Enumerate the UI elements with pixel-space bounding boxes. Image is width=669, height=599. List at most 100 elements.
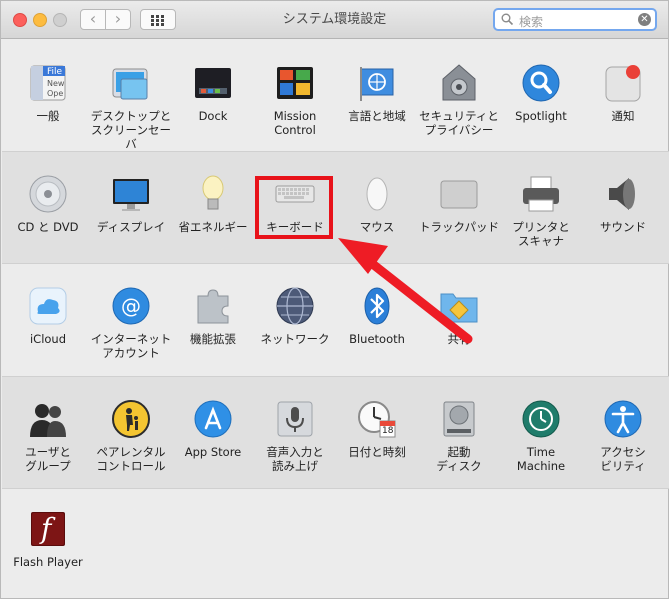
startup-disk-icon: [439, 399, 479, 439]
pref-label: ユーザと グループ: [25, 445, 71, 473]
pref-users-groups[interactable]: ユーザと グループ: [7, 399, 89, 473]
pref-date-time[interactable]: 18 日付と時刻: [336, 399, 418, 459]
network-icon: [275, 286, 315, 326]
display-icon: [111, 174, 151, 214]
pref-flash-player[interactable]: f Flash Player: [7, 509, 89, 569]
pref-label: 音声入力と 読み上げ: [266, 445, 324, 473]
pref-label: 通知: [611, 109, 635, 123]
search-icon: [501, 13, 514, 26]
preference-row-other: f Flash Player: [2, 489, 669, 598]
pref-app-store[interactable]: App Store: [172, 399, 254, 459]
desktop-screensaver-icon: [111, 63, 151, 103]
pref-label: CD と DVD: [17, 220, 79, 234]
pref-trackpad[interactable]: トラックパッド: [418, 174, 500, 234]
pref-mission-control[interactable]: Mission Control: [254, 63, 336, 137]
pref-dock[interactable]: Dock: [172, 63, 254, 123]
pref-parental-controls[interactable]: ペアレンタル コントロール: [90, 399, 172, 473]
pref-label: App Store: [184, 445, 242, 459]
language-region-icon: [357, 63, 397, 103]
pref-mouse[interactable]: マウス: [336, 174, 418, 234]
pref-printers-scanners[interactable]: プリンタと スキャナ: [500, 174, 582, 248]
pref-sound[interactable]: サウンド: [582, 174, 664, 234]
pref-network[interactable]: ネットワーク: [254, 286, 336, 346]
pref-icloud[interactable]: iCloud: [7, 286, 89, 346]
spotlight-icon: [521, 63, 561, 103]
pref-label: Spotlight: [515, 109, 567, 123]
pref-accessibility[interactable]: アクセシ ビリティ: [582, 399, 664, 473]
pref-label: サウンド: [600, 220, 646, 234]
show-all-button[interactable]: [140, 9, 176, 30]
pref-label: Flash Player: [13, 555, 83, 569]
pref-label: マウス: [359, 220, 395, 234]
extensions-icon: [193, 286, 233, 326]
sharing-icon: [439, 286, 479, 326]
pref-label: Bluetooth: [349, 332, 405, 346]
mouse-icon: [357, 174, 397, 214]
pref-dictation-speech[interactable]: 音声入力と 読み上げ: [254, 399, 336, 473]
pref-label: Mission Control: [273, 109, 317, 137]
dictation-speech-icon: [275, 399, 315, 439]
pref-label: 共有: [447, 332, 471, 346]
pref-label: セキュリティと プライバシー: [419, 109, 499, 137]
internet-accounts-icon: @: [111, 286, 151, 326]
title-bar: システム環境設定 ‹ › 検索 ✕: [1, 1, 668, 39]
preference-row-system: ユーザと グループ ペアレンタル コントロール App Store 音声入力と …: [2, 376, 669, 489]
preference-row-personal: File New Ope 一般 デスクトップと スクリーンセーバ Dock Mi…: [2, 39, 669, 151]
pref-time-machine[interactable]: Time Machine: [500, 399, 582, 473]
time-machine-icon: [521, 399, 561, 439]
pref-language-region[interactable]: 言語と地域: [336, 63, 418, 123]
date-time-icon: 18: [357, 399, 397, 439]
calendar-day: 18: [382, 426, 394, 436]
dock-icon: [193, 63, 233, 103]
energy-saver-icon: [193, 174, 233, 214]
trackpad-icon: [439, 174, 479, 214]
pref-label: iCloud: [29, 332, 67, 346]
pref-security-privacy[interactable]: セキュリティと プライバシー: [418, 63, 500, 137]
search-field[interactable]: 検索 ✕: [493, 8, 657, 31]
general-icon: File New Ope: [28, 63, 68, 103]
forward-button[interactable]: ›: [105, 9, 131, 30]
parental-controls-icon: [111, 399, 151, 439]
pref-label: アクセシ ビリティ: [600, 445, 646, 473]
bluetooth-icon: [357, 286, 397, 326]
pref-label: プリンタと スキャナ: [512, 220, 570, 248]
pref-general[interactable]: File New Ope 一般: [7, 63, 89, 123]
pref-label: ネットワーク: [260, 332, 330, 346]
pref-sharing[interactable]: 共有: [418, 286, 500, 346]
icloud-icon: [28, 286, 68, 326]
preference-row-hardware: CD と DVD ディスプレイ 省エネルギー キーボード マウス トラックパッド…: [2, 151, 669, 264]
svg-text:@: @: [121, 294, 141, 318]
pref-label: ディスプレイ: [96, 220, 166, 234]
pref-cd-dvd[interactable]: CD と DVD: [7, 174, 89, 234]
clear-search-icon[interactable]: ✕: [638, 13, 651, 26]
cd-dvd-icon: [28, 174, 68, 214]
back-button[interactable]: ‹: [80, 9, 106, 30]
pref-spotlight[interactable]: Spotlight: [500, 63, 582, 123]
users-groups-icon: [28, 399, 68, 439]
accessibility-icon: [603, 399, 643, 439]
pref-label: Time Machine: [516, 445, 566, 473]
pref-internet-accounts[interactable]: @ インターネット アカウント: [90, 286, 172, 360]
pref-energy-saver[interactable]: 省エネルギー: [172, 174, 254, 234]
security-privacy-icon: [439, 63, 479, 103]
pref-bluetooth[interactable]: Bluetooth: [336, 286, 418, 346]
app-store-icon: [193, 399, 233, 439]
pref-label: 言語と地域: [348, 109, 406, 123]
pref-desktop-screensaver[interactable]: デスクトップと スクリーンセーバ: [90, 63, 172, 151]
mission-control-icon: [275, 63, 315, 103]
pref-extensions[interactable]: 機能拡張: [172, 286, 254, 346]
pref-notifications[interactable]: 通知: [582, 63, 664, 123]
pref-label: 省エネルギー: [178, 220, 248, 234]
sound-icon: [603, 174, 643, 214]
pref-label: 一般: [36, 109, 60, 123]
pref-label: ペアレンタル コントロール: [96, 445, 166, 473]
keyboard-highlight-box: [255, 176, 333, 239]
search-placeholder: 検索: [519, 15, 544, 29]
notifications-icon: [603, 63, 643, 103]
printer-scanner-icon: [521, 174, 561, 214]
preference-row-internet: iCloud @ インターネット アカウント 機能拡張 ネットワーク Bluet…: [2, 264, 669, 376]
pref-label: 日付と時刻: [348, 445, 406, 459]
pref-startup-disk[interactable]: 起動 ディスク: [418, 399, 500, 473]
pref-label: 機能拡張: [190, 332, 236, 346]
pref-display[interactable]: ディスプレイ: [90, 174, 172, 234]
